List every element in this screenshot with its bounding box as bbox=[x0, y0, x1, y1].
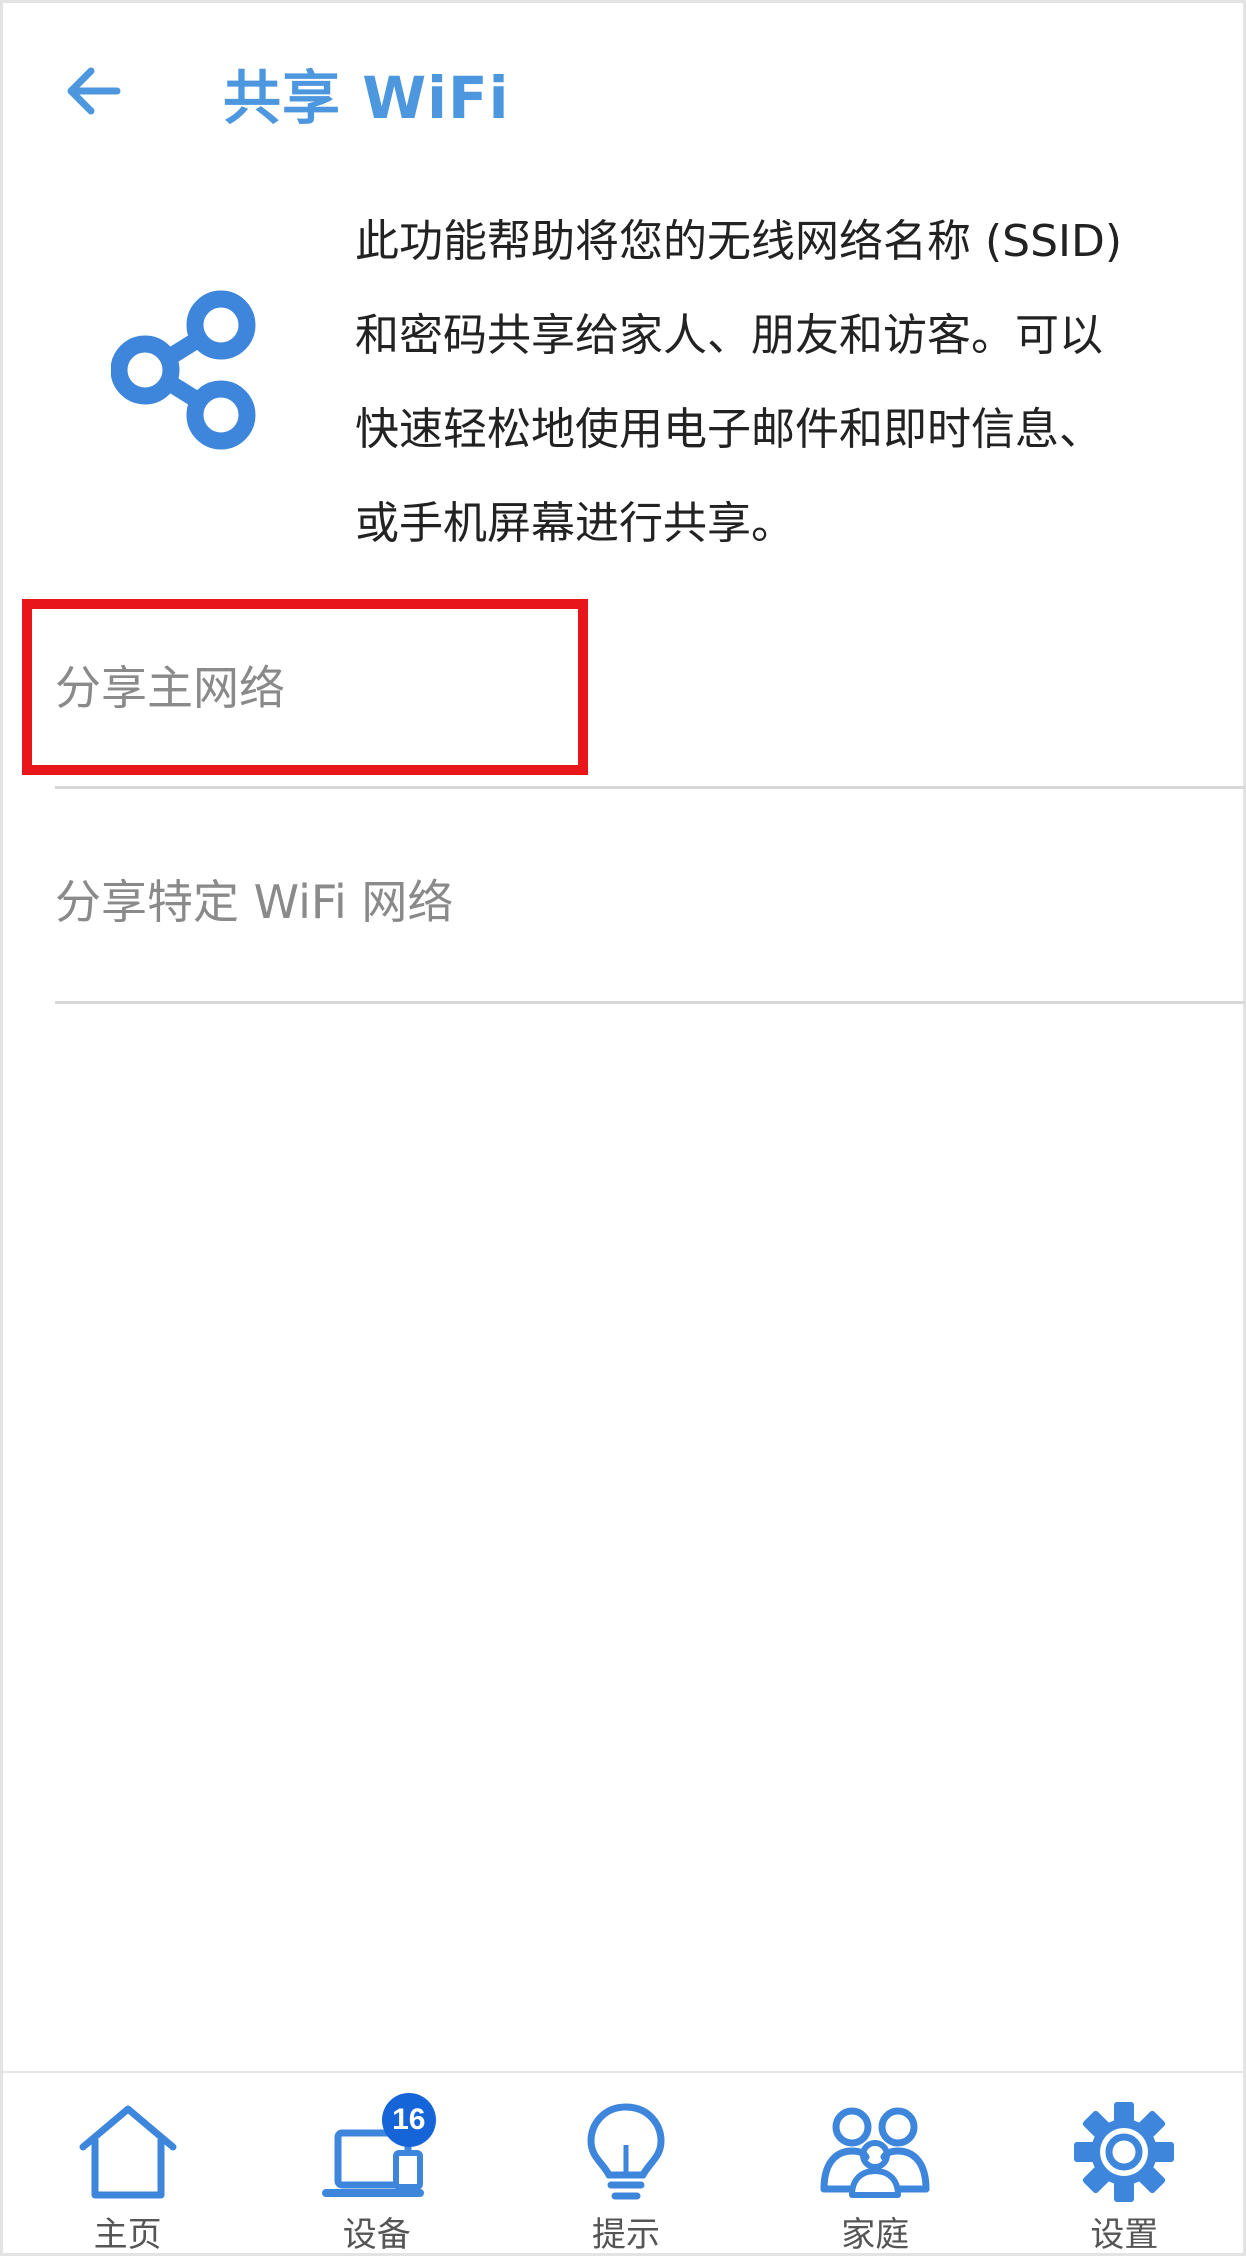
nav-family-label: 家庭 bbox=[841, 2215, 910, 2255]
share-specific-wifi-label: 分享特定 WiFi 网络 bbox=[55, 875, 454, 929]
nav-family[interactable]: 家庭 bbox=[751, 2073, 1000, 2261]
share-icon bbox=[111, 290, 256, 450]
app-frame: 共享 WiFi 此功能帮助将您的无线网络名称 (SSID) 和密码共享给家人、朋… bbox=[0, 0, 1246, 2256]
lightbulb-icon bbox=[587, 2103, 665, 2200]
page-title: 共享 WiFi bbox=[223, 64, 510, 132]
nav-home[interactable]: 主页 bbox=[3, 2073, 252, 2261]
nav-devices[interactable]: 16 设备 bbox=[252, 2073, 501, 2261]
home-icon bbox=[79, 2105, 177, 2199]
nav-tips[interactable]: 提示 bbox=[501, 2073, 750, 2261]
devices-icon-wrap: 16 bbox=[321, 2093, 436, 2207]
family-icon bbox=[820, 2107, 930, 2198]
nav-tips-label: 提示 bbox=[592, 2215, 660, 2255]
nav-settings-label: 设置 bbox=[1090, 2215, 1159, 2255]
arrow-left-icon bbox=[67, 67, 121, 115]
intro-line: 和密码共享给家人、朋友和访客。可以 bbox=[355, 310, 1103, 361]
share-main-network-item[interactable]: 分享主网络 bbox=[55, 625, 1245, 745]
nav-devices-label: 设备 bbox=[342, 2215, 411, 2255]
intro-line: 此功能帮助将您的无线网络名称 (SSID) bbox=[355, 216, 1123, 267]
share-main-network-label: 分享主网络 bbox=[55, 661, 285, 715]
bottom-nav: 主页 16 设备 提示 家庭 设置 bbox=[3, 2071, 1246, 2261]
gear-icon bbox=[1074, 2102, 1175, 2202]
nav-home-label: 主页 bbox=[93, 2215, 162, 2255]
share-specific-wifi-item[interactable]: 分享特定 WiFi 网络 bbox=[55, 839, 1245, 959]
intro-line: 或手机屏幕进行共享。 bbox=[355, 498, 795, 549]
nav-settings[interactable]: 设置 bbox=[1000, 2073, 1246, 2261]
intro-description: 此功能帮助将您的无线网络名称 (SSID) 和密码共享给家人、朋友和访客。可以 … bbox=[355, 195, 1195, 571]
divider bbox=[55, 1001, 1245, 1004]
intro-line: 快速轻松地使用电子邮件和即时信息、 bbox=[355, 404, 1103, 455]
devices-count-badge: 16 bbox=[381, 2093, 436, 2147]
back-button[interactable] bbox=[53, 51, 133, 131]
divider bbox=[55, 786, 1245, 789]
